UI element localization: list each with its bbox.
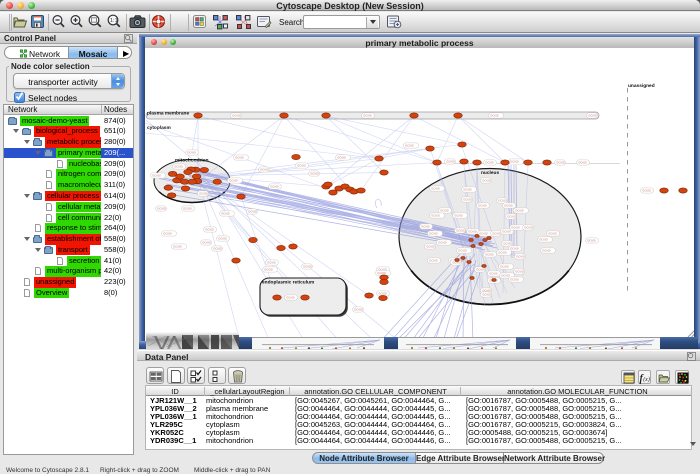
svg-text:GO:00: GO:00: [642, 188, 651, 192]
svg-text:GO:00: GO:00: [337, 155, 346, 159]
svg-text:GO:00: GO:00: [260, 167, 269, 171]
svg-text:GO:00: GO:00: [310, 171, 319, 175]
svg-text:GO:00: GO:00: [431, 213, 440, 217]
svg-text:GO:00: GO:00: [232, 113, 241, 117]
svg-text:GO:00: GO:00: [454, 213, 463, 217]
svg-text:GO:00: GO:00: [498, 198, 507, 202]
svg-text:GO:00: GO:00: [507, 214, 516, 218]
svg-text:GO:00: GO:00: [468, 229, 477, 233]
svg-text:GO:00: GO:00: [152, 173, 161, 177]
svg-text:GO:00: GO:00: [199, 191, 208, 195]
svg-text:GO:00: GO:00: [479, 231, 488, 235]
svg-text:GO:00: GO:00: [482, 292, 491, 296]
svg-text:GO:00: GO:00: [248, 209, 257, 213]
svg-text:GO:00: GO:00: [297, 163, 306, 167]
svg-text:GO:00: GO:00: [270, 184, 279, 188]
svg-text:GO:00: GO:00: [157, 206, 166, 210]
svg-text:GO:00: GO:00: [229, 178, 238, 182]
svg-text:GO:00: GO:00: [515, 208, 524, 212]
svg-text:GO:00: GO:00: [489, 271, 498, 275]
svg-text:GO:00: GO:00: [463, 187, 472, 191]
svg-text:GO:00: GO:00: [205, 227, 214, 231]
svg-text:GO:00: GO:00: [363, 113, 372, 117]
svg-text:GO:00: GO:00: [539, 237, 548, 241]
svg-text:GO:00: GO:00: [501, 273, 510, 277]
svg-text:GO:00: GO:00: [578, 160, 587, 164]
svg-text:GO:00: GO:00: [202, 240, 211, 244]
svg-text:GO:00: GO:00: [429, 231, 438, 235]
svg-text:nucleus: nucleus: [481, 170, 499, 176]
svg-text:GO:00: GO:00: [377, 271, 386, 275]
svg-text:GO:00: GO:00: [221, 211, 230, 215]
svg-text:1:1: 1:1: [110, 18, 118, 24]
svg-text:GO:00: GO:00: [556, 160, 565, 164]
svg-text:GO:00: GO:00: [485, 160, 494, 164]
svg-text:GO:00: GO:00: [405, 143, 414, 147]
svg-text:GO:00: GO:00: [183, 206, 192, 210]
svg-text:GO:00: GO:00: [511, 225, 520, 229]
svg-text:GO:00: GO:00: [426, 244, 435, 248]
svg-text:(x): (x): [643, 375, 650, 382]
svg-text:GO:00: GO:00: [478, 203, 487, 207]
svg-text:GO:00: GO:00: [503, 241, 512, 245]
svg-text:plasma membrane: plasma membrane: [147, 110, 189, 116]
svg-text:GO:00: GO:00: [504, 203, 513, 207]
svg-text:unassigned: unassigned: [628, 83, 655, 89]
svg-text:GO:00: GO:00: [264, 267, 273, 271]
svg-text:GO:00: GO:00: [515, 269, 524, 273]
svg-text:GO:00: GO:00: [510, 246, 519, 250]
svg-text:GO:00: GO:00: [456, 228, 465, 232]
svg-text:endoplasmic reticulum: endoplasmic reticulum: [262, 279, 314, 285]
svg-text:GO:00: GO:00: [421, 224, 430, 228]
svg-text:GO:00: GO:00: [267, 260, 276, 264]
svg-text:GO:00: GO:00: [378, 291, 387, 295]
svg-text:GO:00: GO:00: [476, 267, 485, 271]
svg-text:GO:00: GO:00: [440, 208, 449, 212]
svg-text:GO:00: GO:00: [490, 113, 499, 117]
svg-text:GO:00: GO:00: [588, 113, 597, 117]
svg-text:GO:00: GO:00: [235, 155, 244, 159]
svg-text:GO:00: GO:00: [492, 231, 501, 235]
svg-text:GO:00: GO:00: [463, 197, 472, 201]
svg-text:GO:00: GO:00: [516, 254, 525, 258]
svg-text:GO:00: GO:00: [498, 250, 507, 254]
svg-text:GO:00: GO:00: [446, 159, 455, 163]
svg-text:GO:00: GO:00: [438, 240, 447, 244]
svg-text:GO:00: GO:00: [173, 244, 182, 248]
svg-text:GO:00: GO:00: [500, 264, 509, 268]
svg-text:GO:00: GO:00: [354, 307, 363, 311]
svg-text:GO:00: GO:00: [548, 231, 557, 235]
svg-text:GO:00: GO:00: [429, 258, 438, 262]
svg-text:GO:00: GO:00: [303, 264, 312, 268]
svg-text:GO:00: GO:00: [502, 229, 511, 233]
svg-text:GO:00: GO:00: [542, 248, 551, 252]
svg-text:GO:00: GO:00: [213, 246, 222, 250]
svg-text:GO:00: GO:00: [218, 236, 227, 240]
svg-text:GO:00: GO:00: [163, 231, 172, 235]
svg-text:GO:00: GO:00: [485, 252, 494, 256]
svg-text:GO:00: GO:00: [524, 225, 533, 229]
svg-text:GO:00: GO:00: [482, 178, 491, 182]
svg-text:GO:00: GO:00: [510, 277, 519, 281]
svg-text:GO:00: GO:00: [458, 248, 467, 252]
svg-text:GO:00: GO:00: [431, 186, 440, 190]
svg-text:GO:00: GO:00: [187, 150, 196, 154]
svg-text:GO:00: GO:00: [587, 238, 596, 242]
svg-text:GO:00: GO:00: [510, 159, 519, 163]
svg-text:GO:00: GO:00: [174, 164, 183, 168]
svg-text:GO:00: GO:00: [286, 295, 295, 299]
